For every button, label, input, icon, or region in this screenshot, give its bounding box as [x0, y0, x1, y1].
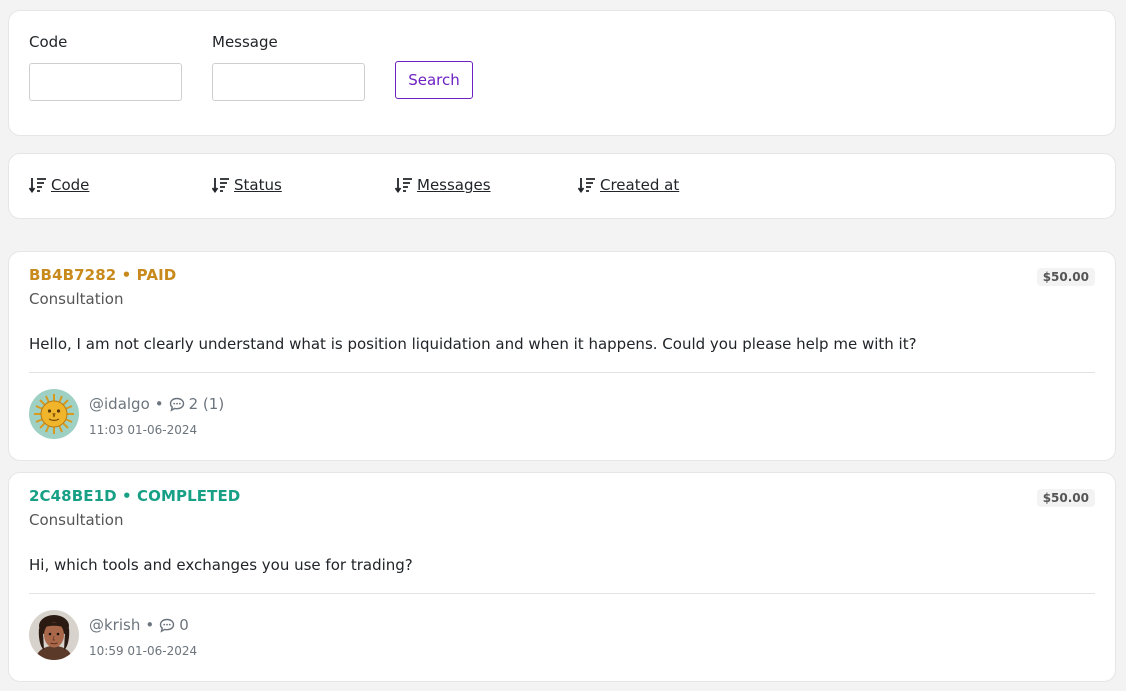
ticket-type: Consultation — [29, 290, 124, 308]
ticket-card[interactable]: 2C48BE1D • COMPLETED Consultation $50.00… — [8, 472, 1116, 682]
sort-descending-icon — [395, 178, 412, 193]
ticket-card[interactable]: BB4B7282 • PAID Consultation $50.00 Hell… — [8, 251, 1116, 461]
message-filter-input[interactable] — [212, 63, 365, 101]
ticket-type: Consultation — [29, 511, 124, 529]
search-button[interactable]: Search — [395, 61, 473, 99]
sun-avatar-icon — [29, 389, 79, 439]
separator-dot: • — [122, 487, 132, 505]
ticket-timestamp: 10:59 01-06-2024 — [89, 644, 198, 658]
divider — [29, 372, 1095, 373]
price-badge: $50.00 — [1036, 489, 1095, 507]
sort-label: Status — [234, 176, 282, 194]
username[interactable]: @idalgo — [89, 395, 150, 413]
ticket-code: BB4B7282 — [29, 266, 117, 284]
comment-count: 0 — [179, 616, 189, 634]
sort-by-messages[interactable]: Messages — [395, 176, 491, 194]
sort-label: Code — [51, 176, 90, 194]
ticket-header[interactable]: BB4B7282 • PAID — [29, 266, 176, 284]
code-filter-input[interactable] — [29, 63, 182, 101]
ticket-message: Hi, which tools and exchanges you use fo… — [29, 556, 413, 574]
price-badge: $50.00 — [1036, 268, 1095, 286]
separator-dot: • — [121, 266, 132, 284]
comment-icon — [169, 397, 184, 412]
sort-label: Messages — [417, 176, 491, 194]
person-avatar-icon — [29, 610, 79, 660]
ticket-timestamp: 11:03 01-06-2024 — [89, 423, 198, 437]
sort-by-code[interactable]: Code — [29, 176, 89, 194]
separator-dot: • — [154, 395, 164, 413]
user-avatar[interactable] — [29, 389, 79, 439]
ticket-user-line: @krish • 0 — [89, 616, 189, 634]
sort-by-status[interactable]: Status — [212, 176, 282, 194]
ticket-header[interactable]: 2C48BE1D • COMPLETED — [29, 487, 240, 505]
code-filter-label: Code — [29, 33, 68, 51]
sort-label: Created at — [600, 176, 680, 194]
ticket-message: Hello, I am not clearly understand what … — [29, 335, 917, 353]
message-filter-label: Message — [212, 33, 278, 51]
filter-panel: Code Message Search — [8, 10, 1116, 136]
ticket-status: COMPLETED — [137, 487, 241, 505]
sort-descending-icon — [578, 178, 595, 193]
ticket-code: 2C48BE1D — [29, 487, 117, 505]
ticket-user-line: @idalgo • 2 (1) — [89, 395, 224, 413]
username[interactable]: @krish — [89, 616, 140, 634]
sort-descending-icon — [29, 178, 46, 193]
sort-bar: Code Status Messages Created at — [8, 153, 1116, 219]
divider — [29, 593, 1095, 594]
comment-icon — [160, 618, 175, 633]
comment-count: 2 (1) — [188, 395, 225, 413]
ticket-status: PAID — [136, 266, 177, 284]
sort-by-created-at[interactable]: Created at — [578, 176, 679, 194]
separator-dot: • — [145, 616, 155, 634]
user-avatar[interactable] — [29, 610, 79, 660]
sort-descending-icon — [212, 178, 229, 193]
